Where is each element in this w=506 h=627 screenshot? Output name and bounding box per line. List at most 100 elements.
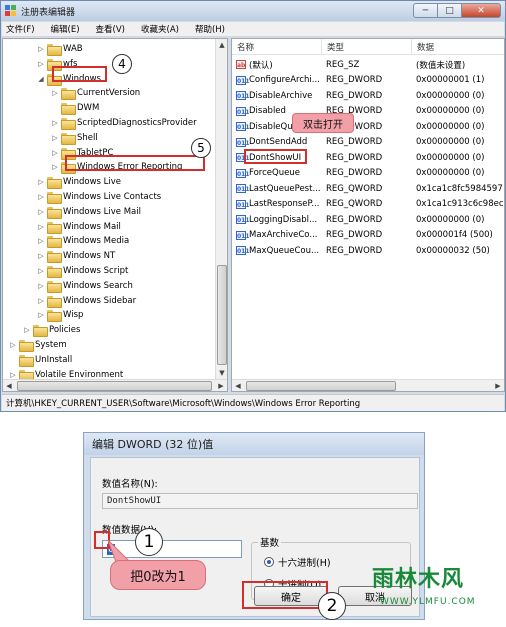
collapse-arrow-icon[interactable]: ◢ (37, 75, 45, 83)
expand-arrow-icon[interactable]: ▷ (37, 45, 45, 53)
tree-item[interactable]: ▷ CurrentVersion (51, 86, 141, 101)
menu-file[interactable]: 文件(F) (6, 23, 35, 35)
scroll-thumb[interactable] (217, 265, 227, 365)
tree-item[interactable]: ▷ Wisp (37, 308, 83, 323)
tree-item[interactable]: ▷ Windows Sidebar (37, 294, 136, 308)
value-row[interactable]: 011 LoggingDisabl... REG_DWORD 0x00000000 (… (232, 212, 504, 228)
tree-horizontal-scrollbar[interactable]: ◀ ▶ (3, 379, 227, 391)
value-row[interactable]: 011 MaxArchiveCo... REG_DWORD 0x000001f4 (5… (232, 228, 504, 244)
tree-item-label: wfs (63, 58, 78, 69)
ok-button[interactable]: 确定 (254, 586, 328, 606)
key-tree-pane[interactable]: ▷ WAB ▷ wfs ◢ Windows ▷ CurrentVersion DWM ▷ Scrip… (2, 38, 228, 392)
column-header-type[interactable]: 类型 (322, 39, 412, 55)
expand-arrow-icon[interactable]: ▷ (51, 134, 59, 142)
tree-item[interactable]: ▷ wfs (37, 57, 77, 71)
value-row[interactable]: 011 ForceQueue REG_DWORD 0x00000000 (0) (232, 166, 504, 182)
close-button[interactable]: ✕ (461, 3, 501, 18)
tree-item[interactable]: ▷ System (9, 338, 67, 352)
expand-arrow-icon[interactable]: ▷ (37, 193, 45, 201)
expand-arrow-icon[interactable]: ▷ (37, 252, 45, 260)
tree-item[interactable]: ▷ WAB (37, 42, 83, 56)
tree-item[interactable]: DWM (51, 101, 99, 116)
expand-arrow-icon[interactable]: ▷ (9, 371, 17, 379)
scroll-down-arrow-icon[interactable]: ▼ (216, 367, 227, 379)
expand-arrow-icon[interactable]: ▷ (37, 237, 45, 245)
dialog-title[interactable]: 编辑 DWORD (32 位)值 (84, 433, 424, 455)
menu-help[interactable]: 帮助(H) (195, 23, 225, 35)
expand-arrow-icon[interactable]: ▷ (37, 208, 45, 216)
tree-item[interactable]: ▷ Windows Error Reporting (51, 160, 182, 175)
scroll-up-arrow-icon[interactable]: ▲ (216, 39, 227, 51)
value-row[interactable]: 011 DisableArchive REG_DWORD 0x00000000 (0) (232, 88, 504, 104)
tree-item[interactable]: ▷ Windows Script (37, 264, 128, 278)
value-row[interactable]: ab (默认) REG_SZ (数值未设置) (232, 57, 504, 73)
expand-arrow-icon[interactable]: ▷ (37, 267, 45, 275)
tree-item[interactable]: ▷ Windows Live Contacts (37, 190, 161, 204)
tree-item[interactable]: ▷ ScriptedDiagnosticsProvider (51, 116, 197, 130)
scroll-thumb[interactable] (246, 381, 396, 391)
list-horizontal-scrollbar[interactable]: ◀ ▶ (232, 379, 504, 391)
radio-selected-icon[interactable] (264, 557, 274, 567)
expand-arrow-icon[interactable]: ▷ (51, 119, 59, 127)
tree-item[interactable]: ◢ Windows (37, 72, 101, 86)
expand-arrow-icon[interactable]: ▷ (37, 297, 45, 305)
tree-item[interactable]: ▷ TabletPC (51, 146, 113, 160)
tree-item[interactable]: ▷ Policies (23, 323, 80, 338)
value-type: REG_DWORD (326, 152, 383, 163)
value-row[interactable]: 011 ConfigureArchi... REG_DWORD 0x00000001 … (232, 73, 504, 89)
minimize-button[interactable]: ─ (413, 3, 437, 18)
values-list-pane[interactable]: 名称 类型 数据 ab (默认) REG_SZ (数值未设置) 011 Configure… (231, 38, 505, 392)
value-type: REG_DWORD (326, 137, 383, 148)
expand-arrow-icon[interactable]: ▷ (37, 282, 45, 290)
menu-edit[interactable]: 编辑(E) (51, 23, 80, 35)
expand-arrow-icon[interactable]: ▷ (9, 341, 17, 349)
menu-view[interactable]: 查看(V) (96, 23, 125, 35)
radio-hexadecimal[interactable]: 十六进制(H) (264, 555, 331, 569)
expand-arrow-icon[interactable]: ▷ (51, 163, 59, 171)
expand-arrow-icon[interactable]: ▷ (37, 311, 45, 319)
value-row[interactable]: 011 DontSendAdd REG_DWORD 0x00000000 (0) (232, 135, 504, 151)
value-row[interactable]: 011 DontShowUI REG_DWORD 0x00000000 (0) (232, 150, 504, 166)
window-controls: ─ □ ✕ (413, 3, 501, 18)
value-data: 0x00000000 (0) (416, 90, 485, 101)
value-row[interactable]: 011 MaxQueueCou... REG_DWORD 0x00000032 (50… (232, 243, 504, 259)
expand-arrow-icon[interactable]: ▷ (37, 178, 45, 186)
value-type: REG_QWORD (326, 199, 383, 210)
tree-item[interactable]: ▷ Windows Mail (37, 220, 121, 234)
folder-icon (33, 325, 48, 338)
maximize-button[interactable]: □ (437, 3, 461, 18)
tree-item[interactable]: UnInstall (9, 353, 72, 367)
menu-favorites[interactable]: 收藏夹(A) (141, 23, 179, 35)
scroll-right-arrow-icon[interactable]: ▶ (492, 380, 504, 391)
expand-arrow-icon[interactable]: ▷ (51, 89, 59, 97)
value-row[interactable]: 011 LastQueuePest... REG_QWORD 0x1ca1c8fc59… (232, 181, 504, 197)
scroll-thumb[interactable] (17, 381, 212, 391)
tree-item[interactable]: ▷ Windows Media (37, 234, 129, 249)
value-row[interactable]: 011 Disabled REG_DWORD 0x00000000 (0) (232, 104, 504, 120)
expand-arrow-icon[interactable]: ▷ (51, 149, 59, 157)
tree-vertical-scrollbar[interactable]: ▲ ▼ (215, 39, 227, 379)
value-type: REG_QWORD (326, 183, 383, 194)
value-row[interactable]: 011 LastResponseP... REG_QWORD 0x1ca1c913c6… (232, 197, 504, 213)
tree-item[interactable]: ▷ Windows NT (37, 249, 115, 264)
folder-icon (61, 103, 76, 116)
expand-arrow-icon[interactable]: ▷ (37, 223, 45, 231)
tree-item[interactable]: ▷ Windows Live Mail (37, 205, 141, 219)
column-header-data[interactable]: 数据 (412, 39, 504, 55)
tree-item[interactable]: ▷ Windows Search (37, 279, 133, 293)
value-name: DontSendAdd (249, 137, 308, 148)
expand-arrow-icon[interactable]: ▷ (37, 60, 45, 68)
scroll-right-arrow-icon[interactable]: ▶ (215, 380, 227, 391)
tree-item-label: WAB (63, 44, 83, 54)
tree-item[interactable]: ▷ Windows Live (37, 175, 121, 190)
value-row[interactable]: 011 DisableQu REG_DWORD 0x00000000 (0) (232, 119, 504, 135)
title-bar[interactable]: 注册表编辑器 ─ □ ✕ (1, 1, 505, 21)
scroll-left-arrow-icon[interactable]: ◀ (232, 380, 244, 391)
value-type: REG_DWORD (326, 90, 383, 101)
value-data: 0x00000032 (50) (416, 245, 490, 256)
tree-item[interactable]: ▷ Shell (51, 131, 98, 145)
tree-item-label: CurrentVersion (77, 88, 141, 99)
expand-arrow-icon[interactable]: ▷ (23, 326, 31, 334)
column-header-name[interactable]: 名称 (232, 39, 322, 55)
scroll-left-arrow-icon[interactable]: ◀ (3, 380, 15, 391)
